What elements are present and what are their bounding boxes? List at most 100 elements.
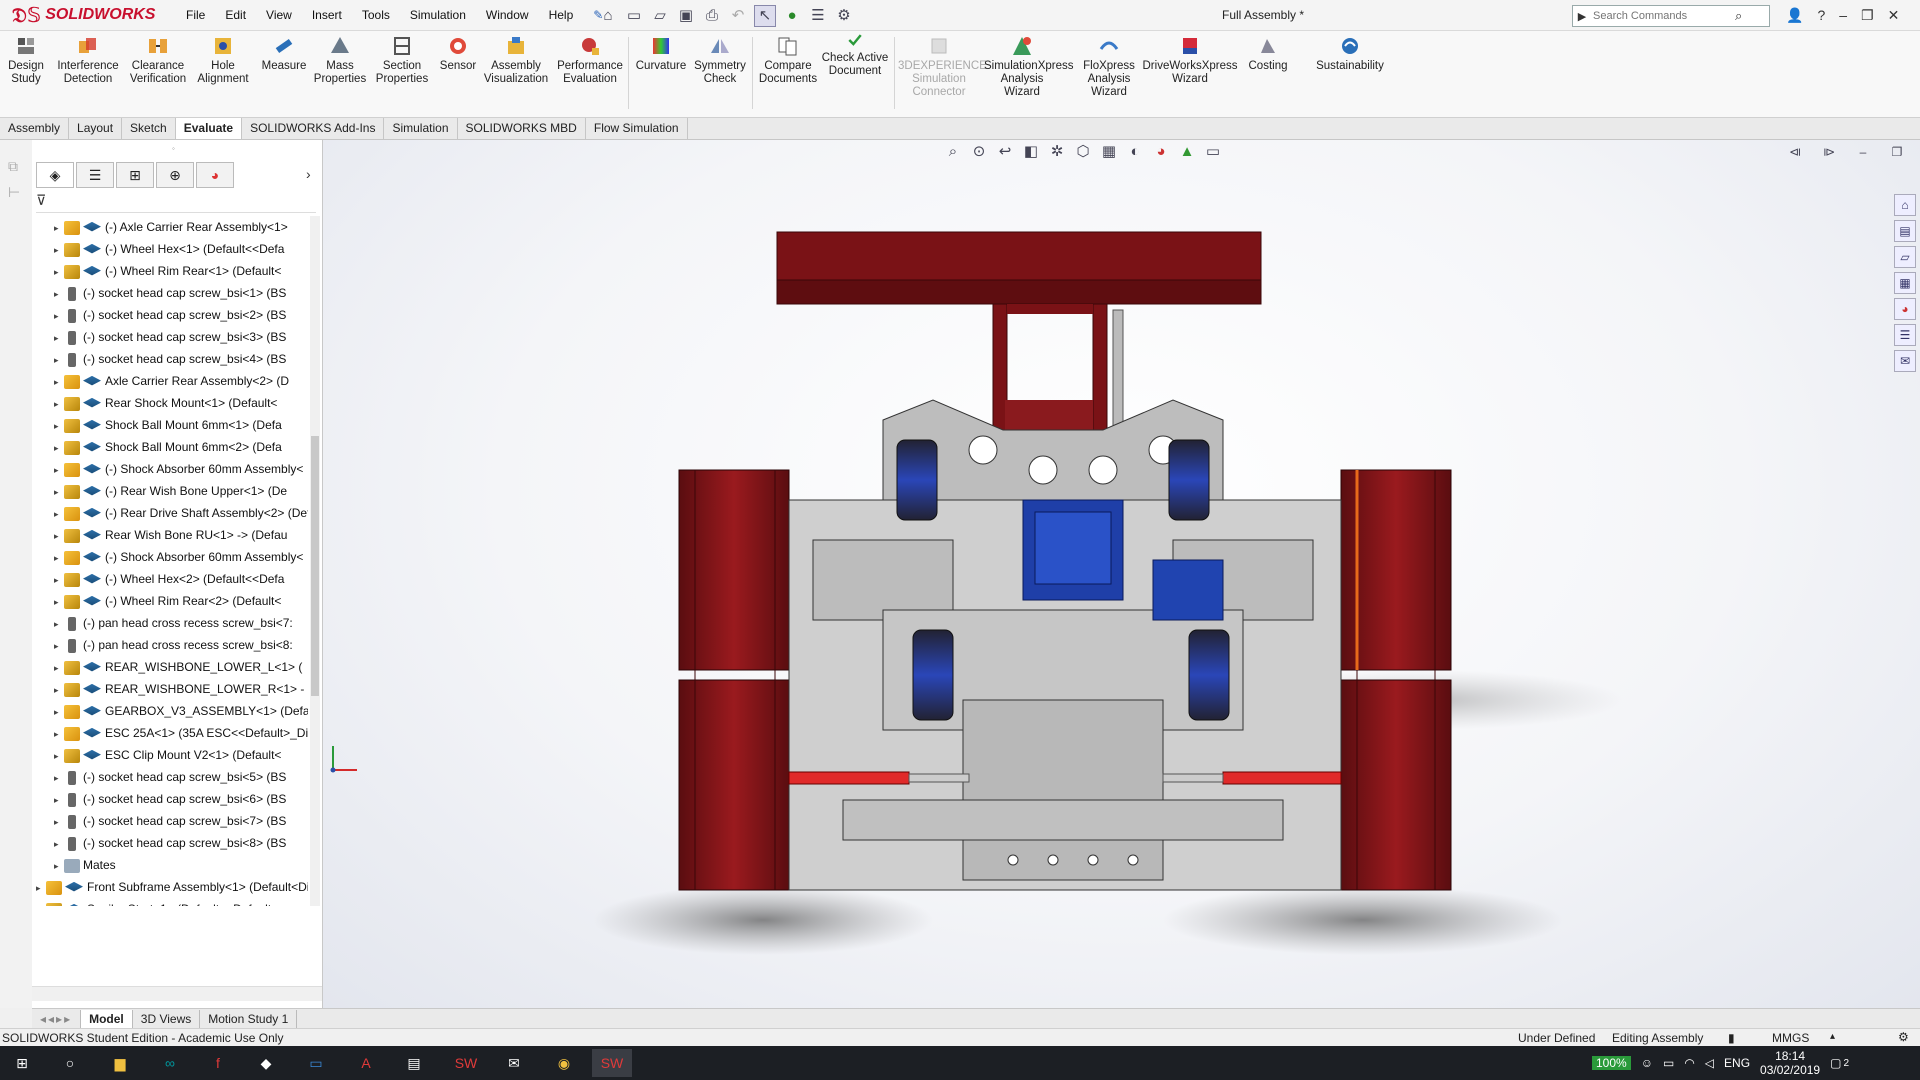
expand-arrow-icon[interactable]: ▸ xyxy=(54,547,64,569)
app-doc-taskbar-icon[interactable]: ▤ xyxy=(394,1049,434,1077)
performance-evaluation-button[interactable]: Performance Evaluation xyxy=(554,35,626,86)
tab-assembly[interactable]: Assembly xyxy=(0,118,70,139)
tree-item[interactable]: ▸ (-) Shock Absorber 60mm Assembly< xyxy=(54,458,303,480)
tree-item[interactable]: ▸ (-) Wheel Hex<1> (Default<<Defa xyxy=(54,238,284,260)
collapse-panel-icon[interactable]: ⧉ xyxy=(8,158,18,175)
new-document-icon[interactable]: ▭ xyxy=(624,6,644,26)
tree-item[interactable]: ▸ REAR_WISHBONE_LOWER_L<1> ( xyxy=(54,656,302,678)
tab-evaluate[interactable]: Evaluate xyxy=(175,118,243,139)
app-window-taskbar-icon[interactable]: ▭ xyxy=(296,1049,336,1077)
menu-file[interactable]: File xyxy=(176,8,215,22)
design-library-icon[interactable]: ▤ xyxy=(1894,220,1916,242)
interference-detection-button[interactable]: Interference Detection xyxy=(52,35,124,86)
measure-button[interactable]: Measure xyxy=(256,35,312,73)
esc[interactable] xyxy=(1152,559,1224,621)
expand-arrow-icon[interactable]: ▸ xyxy=(54,503,64,525)
gearbox[interactable] xyxy=(1022,499,1124,601)
expand-arrow-icon[interactable]: ▸ xyxy=(54,261,64,283)
search-box[interactable]: ▶ ⌕ xyxy=(1572,5,1770,27)
expand-arrow-icon[interactable]: ▸ xyxy=(54,327,64,349)
graphics-area[interactable]: ⌕ ⊙ ↩ ◧ ✲ ⬡ ▦ ◐ ◕ ▲ ▭ ⧏ ⧐ – ❐ ✕ xyxy=(323,140,1920,1008)
expand-arrow-icon[interactable]: ▸ xyxy=(54,811,64,833)
status-units[interactable]: MMGS xyxy=(1772,1031,1809,1045)
tab-motion-study[interactable]: Motion Study 1 xyxy=(200,1010,298,1028)
tree-filter[interactable]: ⊽ xyxy=(36,192,316,213)
open-icon[interactable]: ▱ xyxy=(650,6,670,26)
options-icon[interactable]: ⚙ xyxy=(834,6,854,26)
battery-percent[interactable]: 100% xyxy=(1592,1056,1631,1070)
tree-item[interactable]: ▸ (-) socket head cap screw_bsi<5> (BS xyxy=(54,766,286,788)
tabs-expand-icon[interactable]: › xyxy=(306,166,311,182)
menu-help[interactable]: Help xyxy=(539,8,584,22)
tree-item[interactable]: ▸ (-) socket head cap screw_bsi<3> (BS xyxy=(54,326,286,348)
mail-taskbar-icon[interactable]: ✉ xyxy=(494,1049,534,1077)
undo-icon[interactable]: ↶ xyxy=(728,6,748,26)
wheel-rear-left[interactable] xyxy=(678,469,790,891)
tooltip-icon[interactable]: ⚙ xyxy=(1898,1030,1909,1044)
print-icon[interactable]: ⎙ xyxy=(702,6,722,26)
pin-panel-icon[interactable]: ⊢ xyxy=(8,184,20,201)
tab-solidworks-add-ins[interactable]: SOLIDWORKS Add-Ins xyxy=(242,118,385,139)
rebuild-icon[interactable]: ● xyxy=(782,6,802,26)
arduino-taskbar-icon[interactable]: ∞ xyxy=(150,1049,190,1077)
simulationxpress-button[interactable]: SimulationXpress Analysis Wizard xyxy=(984,35,1073,99)
tree-horizontal-scrollbar[interactable] xyxy=(32,986,322,1001)
help-icon[interactable]: ? xyxy=(1817,7,1825,23)
menu-insert[interactable]: Insert xyxy=(302,8,352,22)
tree-item[interactable]: ▸ (-) Wheel Hex<2> (Default<<Defa xyxy=(54,568,284,590)
tree-item[interactable]: ▸ (-) Shock Absorber 60mm Assembly< xyxy=(54,546,303,568)
expand-arrow-icon[interactable]: ▸ xyxy=(54,217,64,239)
menu-edit[interactable]: Edit xyxy=(215,8,256,22)
chassis[interactable] xyxy=(788,399,1342,891)
displaymanager-tab-icon[interactable]: ◕ xyxy=(196,162,234,188)
tree-item[interactable]: ▸ REAR_WISHBONE_LOWER_R<1> - xyxy=(54,678,304,700)
tree-item[interactable]: ▸ (-) Rear Wish Bone Upper<1> (De xyxy=(54,480,287,502)
file-properties-icon[interactable]: ☰ xyxy=(808,6,828,26)
expand-arrow-icon[interactable]: ▸ xyxy=(54,767,64,789)
user-icon[interactable]: 👤 xyxy=(1786,7,1803,24)
tree-item[interactable]: ▸ Front Subframe Assembly<1> (Default<Di xyxy=(36,876,308,898)
custom-properties-icon[interactable]: ☰ xyxy=(1894,324,1916,346)
tab-3d-views[interactable]: 3D Views xyxy=(133,1010,201,1028)
propertymanager-tab-icon[interactable]: ☰ xyxy=(76,162,114,188)
tab-nav-arrows[interactable]: ◂◂▸▸ xyxy=(32,1010,82,1028)
tree-item[interactable]: ▸ Shock Ball Mount 6mm<1> (Defa xyxy=(54,414,282,436)
expand-arrow-icon[interactable]: ▸ xyxy=(54,833,64,855)
panel-handle-icon[interactable]: ◦ xyxy=(172,144,175,153)
expand-arrow-icon[interactable]: ▸ xyxy=(54,635,64,657)
save-icon[interactable]: ▣ xyxy=(676,6,696,26)
search-input[interactable] xyxy=(1591,9,1735,23)
people-icon[interactable]: ☺ xyxy=(1641,1056,1653,1070)
sensor-button[interactable]: Sensor xyxy=(434,35,482,73)
clearance-verification-button[interactable]: Clearance Verification xyxy=(126,35,190,86)
tree-item[interactable]: ▸ Shock Ball Mount 6mm<2> (Defa xyxy=(54,436,282,458)
tree-item[interactable]: ▸ (-) pan head cross recess screw_bsi<8: xyxy=(54,634,293,656)
wheel-rear-right[interactable] xyxy=(1340,469,1452,891)
expand-arrow-icon[interactable]: ▸ xyxy=(54,525,64,547)
battery-icon[interactable]: ▭ xyxy=(1663,1056,1674,1070)
tree-item[interactable]: ▸ (-) socket head cap screw_bsi<8> (BS xyxy=(54,832,286,854)
clock[interactable]: 18:14 03/02/2019 xyxy=(1760,1049,1820,1077)
expand-arrow-icon[interactable]: ▸ xyxy=(54,305,64,327)
tree-item[interactable]: ▸ (-) Wheel Rim Rear<1> (Default< xyxy=(54,260,281,282)
tree-item[interactable]: ▸ (-) Wheel Rim Rear<2> (Default< xyxy=(54,590,281,612)
spoiler[interactable] xyxy=(776,231,1262,305)
appearances-icon[interactable]: ◕ xyxy=(1894,298,1916,320)
select-icon[interactable]: ↖ xyxy=(754,5,776,27)
menu-tools[interactable]: Tools xyxy=(352,8,400,22)
expand-arrow-icon[interactable]: ▸ xyxy=(54,723,64,745)
sustainability-button[interactable]: Sustainability xyxy=(1312,35,1388,73)
tree-item[interactable]: ▸ (-) socket head cap screw_bsi<6> (BS xyxy=(54,788,286,810)
symmetry-check-button[interactable]: Symmetry Check xyxy=(690,35,750,86)
search-taskbar-icon[interactable]: ○ xyxy=(50,1049,90,1077)
costing-button[interactable]: Costing xyxy=(1244,35,1292,73)
compare-documents-button[interactable]: Compare Documents xyxy=(756,35,820,86)
mass-properties-button[interactable]: Mass Properties xyxy=(312,35,368,86)
tree-item[interactable]: ▸ (-) socket head cap screw_bsi<1> (BS xyxy=(54,282,286,304)
windows-start-icon[interactable]: ⊞ xyxy=(2,1049,42,1077)
tree-item[interactable]: ▸ Rear Wish Bone RU<1> -> (Defau xyxy=(54,524,287,546)
chrome-taskbar-icon[interactable]: ◉ xyxy=(544,1049,584,1077)
volume-icon[interactable]: ◁ xyxy=(1705,1056,1714,1070)
featuremanager-tab-icon[interactable]: ◈ xyxy=(36,162,74,188)
expand-arrow-icon[interactable]: ▸ xyxy=(54,855,64,877)
